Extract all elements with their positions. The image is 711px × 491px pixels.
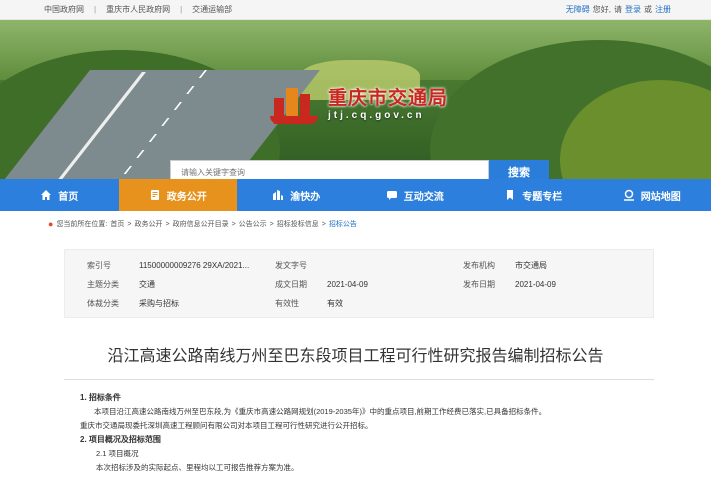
breadcrumb-item-notices[interactable]: 公告公示 xyxy=(239,219,267,229)
breadcrumb-sep: > xyxy=(269,220,274,228)
link-cq-gov[interactable]: 重庆市人民政府网 xyxy=(106,4,170,15)
paragraph: 本项目沿江高速公路南线万州至巴东段,为《重庆市高速公路网规划(2019-2035… xyxy=(94,407,547,416)
or-text: 或 xyxy=(644,5,652,14)
home-icon xyxy=(40,189,52,201)
meta-row: 主题分类 交通 成文日期 2021-04-09 发布日期 2021-04-09 xyxy=(87,275,653,294)
nav-item-sitemap[interactable]: 网站地图 xyxy=(593,179,711,211)
nav-item-interaction[interactable]: 互动交流 xyxy=(356,179,475,211)
search-bar: 搜索 xyxy=(170,160,549,179)
nav-label: 渝快办 xyxy=(290,191,321,203)
nav-label: 网站地图 xyxy=(640,191,681,203)
breadcrumb-current[interactable]: 招标公告 xyxy=(329,219,357,229)
separator: | xyxy=(180,5,183,14)
document-meta-table: 索引号 11500000009276 29XA/2021... 发文字号 发布机… xyxy=(64,249,654,318)
nav-item-yukuaiban[interactable]: 渝快办 xyxy=(237,179,356,211)
site-logo[interactable]: 重庆市交通局 jtj.cq.gov.cn xyxy=(270,80,448,124)
meta-label: 发布日期 xyxy=(463,280,495,289)
user-area: 无障碍 您好, 请 登录 或 注册 xyxy=(566,4,671,15)
article-body: 1. 招标条件 本项目沿江高速公路南线万州至巴东段,为《重庆市高速公路网规划(2… xyxy=(80,391,640,475)
top-bar: 中国政府网 | 重庆市人民政府网 | 交通运输部 无障碍 您好, 请 登录 或 … xyxy=(0,0,711,20)
meta-index-value: 11500000009276 29XA/2021... xyxy=(139,261,250,270)
meta-row: 索引号 11500000009276 29XA/2021... 发文字号 发布机… xyxy=(87,256,653,275)
chat-icon xyxy=(386,189,398,201)
bookmark-icon xyxy=(504,189,516,201)
search-button[interactable]: 搜索 xyxy=(489,160,549,179)
meta-created-value: 2021-04-09 xyxy=(327,280,368,289)
top-links: 中国政府网 | 重庆市人民政府网 | 交通运输部 xyxy=(44,4,232,15)
nav-item-special[interactable]: 专题专栏 xyxy=(474,179,593,211)
article-title: 沿江高速公路南线万州至巴东段项目工程可行性研究报告编制招标公告 xyxy=(107,348,604,365)
breadcrumb-item-home[interactable]: 首页 xyxy=(110,219,124,229)
breadcrumb-sep: > xyxy=(231,220,236,228)
nav-label: 互动交流 xyxy=(403,191,444,203)
link-mot[interactable]: 交通运输部 xyxy=(192,4,232,15)
map-pin-icon xyxy=(623,189,635,201)
main-nav: 首页 政务公开 渝快办 互动交流 专题专栏 网站地图 xyxy=(0,179,711,211)
greeting-text: 您好, xyxy=(592,5,611,14)
nav-item-gov-affairs[interactable]: 政务公开 xyxy=(118,179,237,211)
nav-label: 政务公开 xyxy=(166,191,207,203)
breadcrumb: ● 您当前所在位置: 首页 > 政务公开 > 政府信息公开目录 > 公告公示 >… xyxy=(0,211,711,237)
breadcrumb-sep: > xyxy=(127,220,132,228)
meta-label: 索引号 xyxy=(87,261,111,270)
meta-label: 有效性 xyxy=(275,299,299,308)
meta-published-value: 2021-04-09 xyxy=(515,280,556,289)
header-banner: 重庆市交通局 jtj.cq.gov.cn 搜索 xyxy=(0,20,711,179)
register-link[interactable]: 注册 xyxy=(655,4,671,15)
please-text: 请 xyxy=(614,5,622,14)
login-link[interactable]: 登录 xyxy=(625,4,641,15)
breadcrumb-item-gov-affairs[interactable]: 政务公开 xyxy=(134,219,162,229)
location-pin-icon: ● xyxy=(48,219,54,229)
building-icon xyxy=(272,189,284,201)
breadcrumb-sep: > xyxy=(321,220,326,228)
separator: | xyxy=(94,5,97,14)
link-gov-cn[interactable]: 中国政府网 xyxy=(44,4,84,15)
breadcrumb-prefix: 您当前所在位置: xyxy=(56,221,108,228)
logo-name: 重庆市交通局 xyxy=(328,88,449,109)
meta-row: 体裁分类 采购与招标 有效性 有效 xyxy=(87,294,653,313)
nav-item-home[interactable]: 首页 xyxy=(0,179,119,211)
section-heading: 1. 招标条件 xyxy=(80,393,121,402)
logo-emblem-icon xyxy=(270,80,322,124)
document-icon xyxy=(149,189,161,201)
title-divider xyxy=(64,379,654,380)
breadcrumb-sep: > xyxy=(165,220,170,228)
meta-genre-value: 采购与招标 xyxy=(139,299,179,308)
paragraph: 本次招标涉及的实际起点、里程均以工可报告推荐方案为准。 xyxy=(96,463,299,472)
section-heading: 2. 项目概况及招标范围 xyxy=(80,435,161,444)
meta-validity-value: 有效 xyxy=(327,299,343,308)
breadcrumb-item-catalog[interactable]: 政府信息公开目录 xyxy=(173,219,229,229)
meta-label: 发文字号 xyxy=(275,261,307,270)
meta-label: 主题分类 xyxy=(87,280,119,289)
meta-label: 体裁分类 xyxy=(87,299,119,308)
logo-domain: jtj.cq.gov.cn xyxy=(328,110,425,121)
paragraph: 重庆市交通局现委托深圳高速工程顾问有限公司对本项目工程可行性研究进行公开招标。 xyxy=(80,421,373,430)
meta-label: 成文日期 xyxy=(275,280,307,289)
search-input[interactable] xyxy=(170,160,489,179)
breadcrumb-item-bidding-info[interactable]: 招标投标信息 xyxy=(277,219,319,229)
accessibility-link[interactable]: 无障碍 xyxy=(566,4,590,15)
sub-heading: 2.1 项目概况 xyxy=(96,449,139,458)
nav-label: 首页 xyxy=(58,191,79,203)
meta-label: 发布机构 xyxy=(463,261,495,270)
meta-org-value: 市交通局 xyxy=(515,261,547,270)
nav-label: 专题专栏 xyxy=(522,191,563,203)
meta-topic-value: 交通 xyxy=(139,280,155,289)
